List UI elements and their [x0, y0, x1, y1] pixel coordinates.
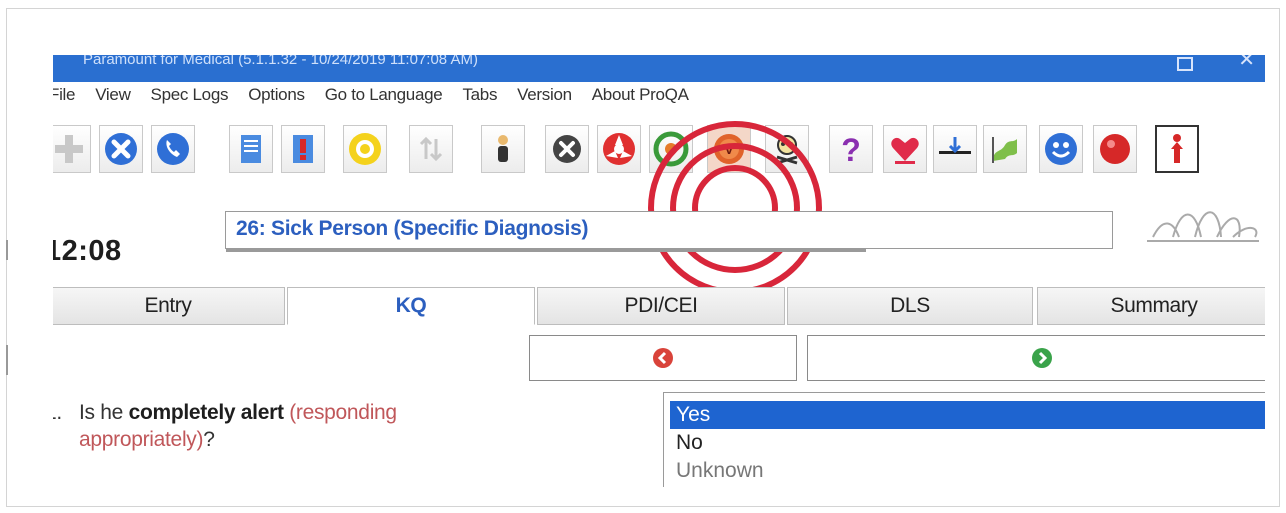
caller-button[interactable]: [481, 125, 525, 173]
svg-text:V: V: [724, 141, 734, 157]
tab-kq[interactable]: KQ: [287, 287, 535, 325]
phone-button[interactable]: [151, 125, 195, 173]
protocol-title: 26: Sick Person (Specific Diagnosis): [236, 217, 589, 240]
cancel-button[interactable]: [99, 125, 143, 173]
heart-button[interactable]: [883, 125, 927, 173]
arrow-left-icon: [653, 348, 673, 368]
menu-spec-logs[interactable]: Spec Logs: [151, 85, 229, 111]
person-up-button[interactable]: [1155, 125, 1199, 173]
stop-button[interactable]: [1093, 125, 1137, 173]
yellow-target-icon: [349, 133, 381, 165]
title-bar: Paramount for Medical (5.1.1.32 - 10/24/…: [53, 55, 1265, 82]
hazard-icon: [603, 133, 635, 165]
v-priority-button[interactable]: V: [707, 125, 751, 173]
left-edge-mark: [6, 240, 8, 260]
caller-person-icon: [498, 135, 508, 162]
phone-icon: [157, 133, 189, 165]
close-circle-icon: [553, 135, 581, 163]
stop-icon: [1100, 134, 1130, 164]
fan-logo: [1147, 211, 1259, 242]
question-suffix: ?: [203, 428, 215, 451]
question-prefix: Is he: [79, 401, 129, 424]
smiley-icon: [1045, 133, 1077, 165]
question-emphasis: completely alert: [128, 401, 284, 424]
question-number: 1.: [53, 401, 62, 424]
sort-arrows-icon: [419, 136, 443, 162]
flag-button[interactable]: [983, 125, 1027, 173]
alert-document-button[interactable]: [281, 125, 325, 173]
menu-tabs[interactable]: Tabs: [462, 85, 497, 111]
tab-dls[interactable]: DLS: [787, 287, 1033, 325]
tab-entry[interactable]: Entry: [53, 287, 285, 325]
document-icon: [241, 135, 261, 163]
cancel-x-icon: [105, 133, 137, 165]
tab-pdi-cei[interactable]: PDI/CEI: [537, 287, 785, 325]
person-up-icon: [1171, 134, 1183, 163]
heart-icon: [891, 137, 919, 164]
answer-yes[interactable]: Yes: [670, 401, 1265, 429]
answer-unknown[interactable]: Unknown: [670, 457, 1265, 485]
add-button[interactable]: [53, 125, 91, 173]
flag-icon: [992, 137, 1017, 163]
menu-view[interactable]: View: [95, 85, 131, 111]
question-hint-open: (responding: [283, 401, 397, 424]
left-edge-mark: [6, 345, 8, 375]
menu-about[interactable]: About ProQA: [592, 85, 689, 111]
tab-summary[interactable]: Summary: [1037, 287, 1265, 325]
v-priority-icon: V: [714, 134, 744, 164]
maximize-button[interactable]: [1177, 57, 1193, 71]
elapsed-clock: 12:08: [53, 235, 122, 267]
poison-button[interactable]: [765, 125, 809, 173]
smiley-button[interactable]: [1039, 125, 1083, 173]
close-button[interactable]: ✕: [1238, 55, 1255, 70]
menu-version[interactable]: Version: [517, 85, 572, 111]
add-icon: [55, 135, 83, 163]
sort-button[interactable]: [409, 125, 453, 173]
recycle-icon: [653, 131, 689, 167]
document-button[interactable]: [229, 125, 273, 173]
menu-bar: File View Spec Logs Options Go to Langua…: [53, 85, 709, 111]
protocol-field: 26: Sick Person (Specific Diagnosis): [225, 211, 1113, 252]
proqa-window: Paramount for Medical (5.1.1.32 - 10/24/…: [53, 55, 1265, 487]
window-title: Paramount for Medical (5.1.1.32 - 10/24/…: [83, 55, 478, 68]
menu-go-to-language[interactable]: Go to Language: [325, 85, 443, 111]
back-button[interactable]: [529, 335, 797, 381]
hazard-button[interactable]: [597, 125, 641, 173]
poison-icon: [776, 135, 798, 165]
help-button[interactable]: ?: [829, 125, 873, 173]
svg-text:?: ?: [841, 132, 861, 167]
menu-options[interactable]: Options: [248, 85, 305, 111]
close-circle-button[interactable]: [545, 125, 589, 173]
help-question-icon: ?: [841, 132, 861, 167]
answer-no[interactable]: No: [670, 429, 1265, 457]
alert-document-icon: [293, 135, 313, 163]
tab-bar: Entry KQ PDI/CEI DLS Summary: [53, 287, 1265, 327]
syringe-icon: [939, 137, 971, 154]
answer-list: Yes No Unknown: [663, 392, 1265, 487]
key-question: 1. Is he completely alert (responding app…: [53, 399, 605, 453]
protocol-underline: [226, 249, 866, 252]
yellow-target-button[interactable]: [343, 125, 387, 173]
recycle-button[interactable]: [649, 125, 693, 173]
menu-file[interactable]: File: [53, 85, 76, 111]
question-hint-close: appropriately): [79, 428, 204, 451]
syringe-button[interactable]: [933, 125, 977, 173]
forward-button[interactable]: [807, 335, 1265, 381]
screenshot-frame: Paramount for Medical (5.1.1.32 - 10/24/…: [6, 8, 1280, 507]
arrow-right-icon: [1032, 348, 1052, 368]
